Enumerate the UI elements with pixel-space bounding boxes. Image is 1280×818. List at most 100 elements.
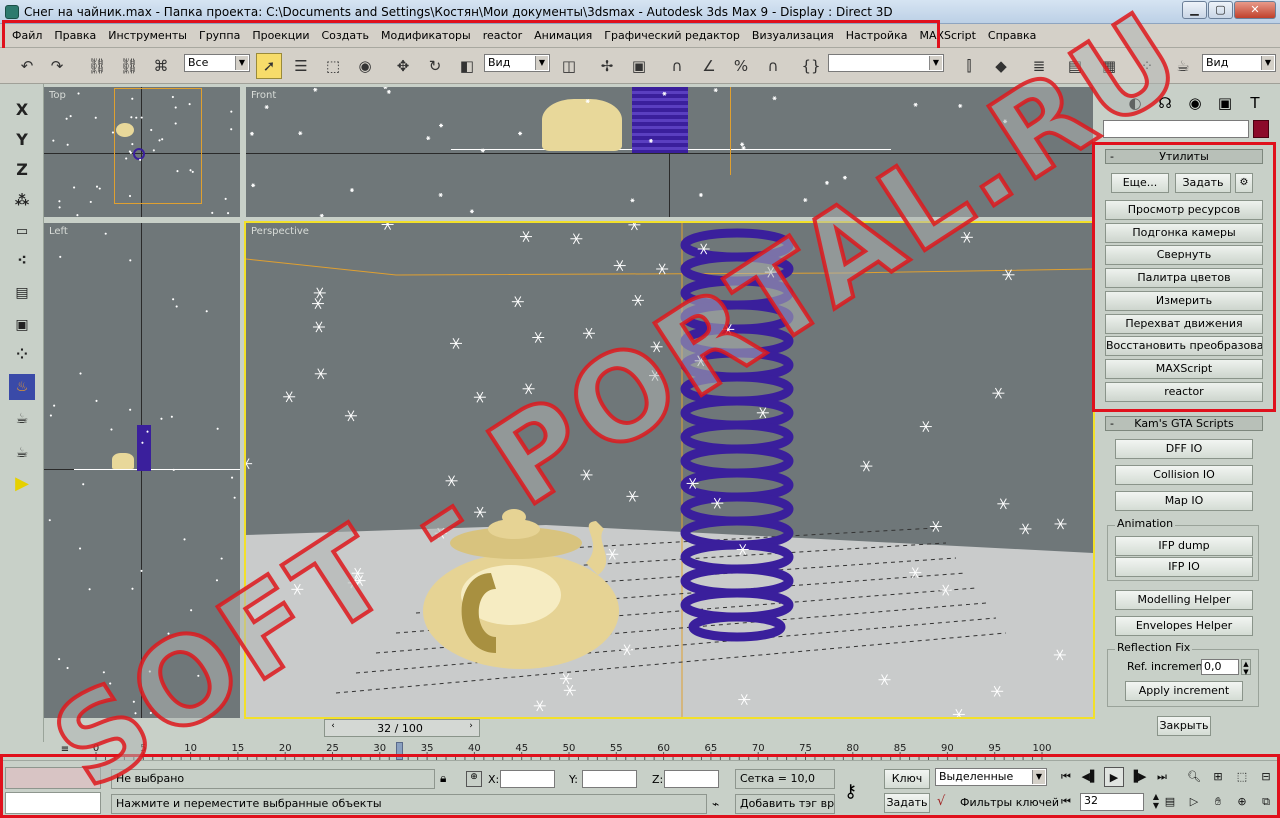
map-io-button[interactable]: Map IO (1115, 491, 1253, 511)
current-frame-input[interactable]: 32 (1080, 793, 1144, 811)
menu-edit[interactable]: Правка (48, 29, 102, 42)
menu-modifiers[interactable]: Модификаторы (375, 29, 477, 42)
utilities-tab-icon[interactable]: T (1243, 91, 1267, 115)
utility-collapse[interactable]: Свернуть (1105, 245, 1263, 265)
named-sets-icon[interactable]: {} (798, 53, 824, 79)
axis-x-icon[interactable]: X (9, 96, 35, 122)
zoom-all-icon[interactable]: ⊞ (1208, 767, 1228, 787)
maxscript-input-mini[interactable] (5, 792, 101, 814)
fire-icon[interactable]: ♨ (9, 374, 35, 400)
align-icon[interactable]: ◆ (988, 53, 1014, 79)
viewport-front[interactable]: Front (246, 87, 1093, 217)
object-name-field[interactable] (1103, 120, 1249, 138)
object-color-swatch[interactable] (1253, 120, 1269, 138)
set-key-button[interactable]: Задать (884, 793, 930, 813)
ref-increment-spinner[interactable]: ▲ ▼ (1241, 659, 1251, 676)
move-icon[interactable]: ✥ (390, 53, 416, 79)
create-tab-icon[interactable]: ◐ (1123, 91, 1147, 115)
zoom-extents-all-icon[interactable]: ⊟ (1256, 767, 1276, 787)
menu-views[interactable]: Проекции (246, 29, 315, 42)
auto-key-button[interactable]: Ключ (884, 769, 930, 789)
angle-snap-icon[interactable]: ∠ (696, 53, 722, 79)
close-button[interactable]: ✕ (1234, 1, 1276, 19)
hierarchy-tab-icon[interactable]: ◉ (1183, 91, 1207, 115)
apply-increment-button[interactable]: Apply increment (1125, 681, 1243, 701)
menu-animation[interactable]: Анимация (528, 29, 598, 42)
prev-frame-icon[interactable]: ◀▌ (1080, 767, 1100, 787)
orbit-icon[interactable]: ⊕ (1232, 792, 1252, 812)
axis-y-icon[interactable]: Y (9, 126, 35, 152)
absolute-mode-icon[interactable]: ⊕ (466, 771, 482, 787)
modelling-helper-button[interactable]: Modelling Helper (1115, 590, 1253, 610)
ruler-icon[interactable]: ▭ (9, 218, 35, 244)
zoom-icon[interactable]: 🔍︎ (1184, 767, 1204, 787)
key-mode-toggle-icon[interactable]: ⏮ (1056, 792, 1076, 812)
undo-icon[interactable]: ↶ (14, 53, 40, 79)
bind-space-warp-icon[interactable]: ⌘ (148, 53, 174, 79)
rotate-icon[interactable]: ↻ (422, 53, 448, 79)
ref-coord-dropdown[interactable]: Вид ▼ (484, 54, 550, 72)
key-filter-curve-icon[interactable]: √ (937, 794, 945, 809)
manipulate-icon[interactable]: ✢ (594, 53, 620, 79)
spinner-snap-icon[interactable]: ∩ (760, 53, 786, 79)
time-config-icon[interactable]: ▤ (1160, 792, 1180, 812)
dff-io-button[interactable]: DFF IO (1115, 439, 1253, 459)
map-icon[interactable]: ▣ (9, 312, 35, 338)
more-button[interactable]: Еще... (1111, 173, 1169, 193)
percent-snap-icon[interactable]: % (728, 53, 754, 79)
pan-icon[interactable]: ✋︎ (1208, 792, 1228, 812)
pivot-icon[interactable]: ◫ (556, 53, 582, 79)
snap-toggle-icon[interactable]: ∩ (664, 53, 690, 79)
min-max-toggle-icon[interactable]: ⧉ (1256, 792, 1276, 812)
curve-editor-icon[interactable]: ▤ (1062, 53, 1088, 79)
minimize-button[interactable]: ▁ (1182, 1, 1207, 19)
utility-reset-xform[interactable]: Восстановить преобразование (1105, 336, 1263, 356)
utility-motion-capture[interactable]: Перехват движения (1105, 314, 1263, 334)
menu-reactor[interactable]: reactor (477, 29, 528, 42)
ifp-io-button[interactable]: IFP IO (1115, 557, 1253, 577)
ref-increment-input[interactable]: 0,0 (1201, 659, 1239, 675)
teapot-icon[interactable]: ☕ (9, 440, 35, 466)
display-tab-icon[interactable]: ▣ (1213, 91, 1237, 115)
selection-filter-dropdown[interactable]: Все ▼ (184, 54, 250, 72)
layers-icon[interactable]: ≣ (1026, 53, 1052, 79)
render-scene-icon[interactable]: ☕ (1170, 53, 1196, 79)
scale-icon[interactable]: ◧ (454, 53, 480, 79)
render-type-dropdown[interactable]: Вид ▼ (1202, 54, 1276, 72)
maxscript-listener-mini[interactable] (5, 767, 101, 789)
utility-camera-match[interactable]: Подгонка камеры (1105, 223, 1263, 243)
menu-file[interactable]: Файл (6, 29, 48, 42)
close-rollout-button[interactable]: Закрыть (1157, 716, 1211, 736)
play-icon[interactable]: ▶ (9, 470, 35, 496)
zoom-extents-icon[interactable]: ⬚ (1232, 767, 1252, 787)
goto-end-icon[interactable]: ⏭ (1152, 767, 1172, 787)
utility-reactor[interactable]: reactor (1105, 382, 1263, 402)
next-frame-icon[interactable]: ▐▶ (1128, 767, 1148, 787)
menu-rendering[interactable]: Визуализация (746, 29, 840, 42)
menu-create[interactable]: Создать (316, 29, 376, 42)
prev-frame-arrow-icon[interactable]: ‹ (327, 721, 339, 735)
menu-maxscript[interactable]: MAXScript (913, 29, 981, 42)
lock-icon[interactable]: 🔒︎ (440, 771, 454, 786)
gta-rollout-header[interactable]: - Kam's GTA Scripts (1105, 416, 1263, 431)
panel-icon[interactable]: ▤ (9, 280, 35, 306)
named-selection-dropdown[interactable]: ▼ (828, 54, 944, 72)
time-cursor[interactable] (395, 742, 403, 760)
schematic-icon[interactable]: ▦ (1096, 53, 1122, 79)
keyboard-shortcut-icon[interactable]: ▣ (626, 53, 652, 79)
axis-z-icon[interactable]: Z (9, 156, 35, 182)
select-by-name-icon[interactable]: ☰ (288, 53, 314, 79)
modify-tab-icon[interactable]: ☊ (1153, 91, 1177, 115)
select-object-icon[interactable]: ➚ (256, 53, 282, 79)
next-frame-arrow-icon[interactable]: › (465, 721, 477, 735)
z-coord-input[interactable] (664, 770, 719, 788)
play-button-icon[interactable]: ▶ (1104, 767, 1124, 787)
viewport-top[interactable]: Top (44, 87, 240, 217)
window-crossing-icon[interactable]: ◉ (352, 53, 378, 79)
link-icon[interactable]: ⛓ (84, 53, 110, 79)
menu-group[interactable]: Группа (193, 29, 246, 42)
unlink-icon[interactable]: ⛓ (116, 53, 142, 79)
key-icon[interactable]: ⚷ (844, 781, 857, 802)
mirror-icon[interactable]: ⫿ (956, 53, 982, 79)
utilities-rollout-header[interactable]: - Утилиты (1105, 149, 1263, 164)
